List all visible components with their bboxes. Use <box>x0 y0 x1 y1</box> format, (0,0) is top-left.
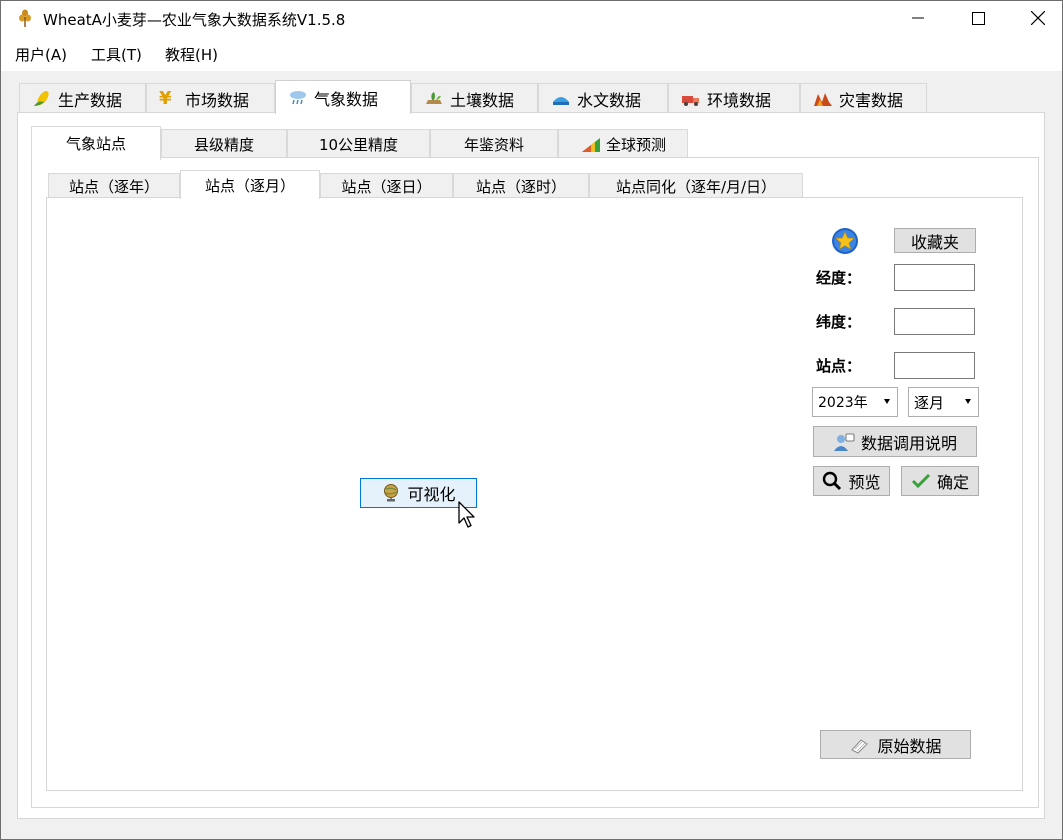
preview-label: 预览 <box>848 473 881 492</box>
cloud-rain-icon <box>290 90 306 104</box>
tab-label: 气象数据 <box>314 89 379 109</box>
magnifier-icon <box>823 471 842 491</box>
period-select-value: 逐月 <box>914 393 945 412</box>
favorites-button[interactable]: 收藏夹 <box>894 228 976 253</box>
close-button[interactable] <box>1008 1 1063 35</box>
tab-label: 站点同化（逐年/月/日） <box>615 177 777 196</box>
yen-icon: ¥ <box>159 87 172 109</box>
raw-data-button[interactable]: 原始数据 <box>820 730 971 759</box>
tab-market-data[interactable]: ¥ 市场数据 <box>146 83 275 113</box>
tab-label: 10公里精度 <box>318 136 399 154</box>
tab-label: 全球预测 <box>605 136 666 154</box>
confirm-label: 确定 <box>936 473 969 492</box>
tab-label: 灾害数据 <box>839 90 904 110</box>
menu-tutorial[interactable]: 教程(H) <box>165 44 218 65</box>
tab-global-forecast[interactable]: 全球预测 <box>558 129 688 159</box>
maximize-button[interactable] <box>948 1 1008 35</box>
window-title: WheatA小麦芽—农业气象大数据系统V1.5.8 <box>43 11 346 29</box>
tab-label: 站点（逐时） <box>475 177 566 196</box>
preview-button[interactable]: 预览 <box>813 466 890 496</box>
water-icon <box>553 96 569 105</box>
longitude-input[interactable] <box>894 264 975 291</box>
latitude-label: 纬度： <box>816 313 862 331</box>
soil-icon <box>426 91 442 104</box>
period-select[interactable]: 逐月 <box>908 387 979 417</box>
menu-tools[interactable]: 工具(T) <box>91 44 142 65</box>
visualize-label: 可视化 <box>407 485 456 504</box>
longitude-label: 经度： <box>816 269 862 287</box>
menu-user[interactable]: 用户(A) <box>15 44 67 65</box>
favorite-star-icon[interactable] <box>830 226 860 256</box>
tab-production-data[interactable]: 生产数据 <box>19 83 146 113</box>
truck-icon <box>682 95 699 106</box>
tab-label: 环境数据 <box>707 90 772 110</box>
confirm-button[interactable]: 确定 <box>901 466 979 496</box>
title-bar: WheatA小麦芽—农业气象大数据系统V1.5.8 <box>1 1 1062 35</box>
mouse-cursor-icon <box>458 501 475 528</box>
checkmark-icon <box>911 473 931 489</box>
tab-weather-data[interactable]: 气象数据 <box>275 80 411 114</box>
tab-station-yearly[interactable]: 站点（逐年） <box>48 173 180 198</box>
raw-data-label: 原始数据 <box>877 736 942 756</box>
station-input[interactable] <box>894 352 975 379</box>
tab-disaster-data[interactable]: 灾害数据 <box>800 83 927 113</box>
tab-label: 气象站点 <box>65 135 126 153</box>
tab-station-assimilation[interactable]: 站点同化（逐年/月/日） <box>589 173 803 198</box>
tab-soil-data[interactable]: 土壤数据 <box>411 83 538 113</box>
tab-weather-station[interactable]: 气象站点 <box>31 126 161 160</box>
tab-label: 年鉴资料 <box>463 136 524 154</box>
data-help-button[interactable]: 数据调用说明 <box>813 426 977 457</box>
latitude-input[interactable] <box>894 308 975 335</box>
minimize-icon <box>912 17 924 19</box>
tab-station-monthly[interactable]: 站点（逐月） <box>180 170 320 199</box>
corn-icon <box>34 90 49 106</box>
minimize-button[interactable] <box>888 1 948 35</box>
tab-hydro-data[interactable]: 水文数据 <box>538 83 668 113</box>
favorites-button-label: 收藏夹 <box>910 232 959 252</box>
tab-station-daily[interactable]: 站点（逐日） <box>320 173 453 198</box>
tab-label: 站点（逐年） <box>68 177 159 196</box>
tab-environment-data[interactable]: 环境数据 <box>668 83 800 113</box>
station-label: 站点： <box>816 357 862 375</box>
dropdown-arrow-icon <box>965 399 971 404</box>
documents-icon <box>851 738 869 754</box>
data-help-label: 数据调用说明 <box>860 433 957 453</box>
year-select[interactable]: 2023年 <box>812 387 898 417</box>
wheat-icon <box>19 9 31 27</box>
year-select-value: 2023年 <box>818 395 868 411</box>
menu-bar: 用户(A) 工具(T) 教程(H) <box>1 35 1062 71</box>
app-window: WheatA小麦芽—农业气象大数据系统V1.5.8 用户(A) 工具(T) 教程… <box>0 0 1063 840</box>
tab-county-precision[interactable]: 县级精度 <box>161 129 287 159</box>
tab-label: 市场数据 <box>185 90 250 110</box>
maximize-icon <box>971 11 985 25</box>
tab-label: 县级精度 <box>193 136 254 154</box>
tab-label: 水文数据 <box>577 90 642 110</box>
disaster-icon <box>814 92 832 106</box>
globe-icon <box>384 484 399 502</box>
dropdown-arrow-icon <box>884 399 890 404</box>
chart-icon <box>581 137 600 152</box>
close-icon <box>1031 11 1045 25</box>
tab-label: 生产数据 <box>58 90 123 110</box>
tab-label: 站点（逐日） <box>341 177 432 196</box>
help-user-icon <box>833 433 855 451</box>
tab-label: 土壤数据 <box>450 90 515 110</box>
tab-label: 站点（逐月） <box>204 176 295 195</box>
tab-station-hourly[interactable]: 站点（逐时） <box>453 173 589 198</box>
tab-yearbook[interactable]: 年鉴资料 <box>430 129 558 159</box>
tab-10km-precision[interactable]: 10公里精度 <box>287 129 430 159</box>
